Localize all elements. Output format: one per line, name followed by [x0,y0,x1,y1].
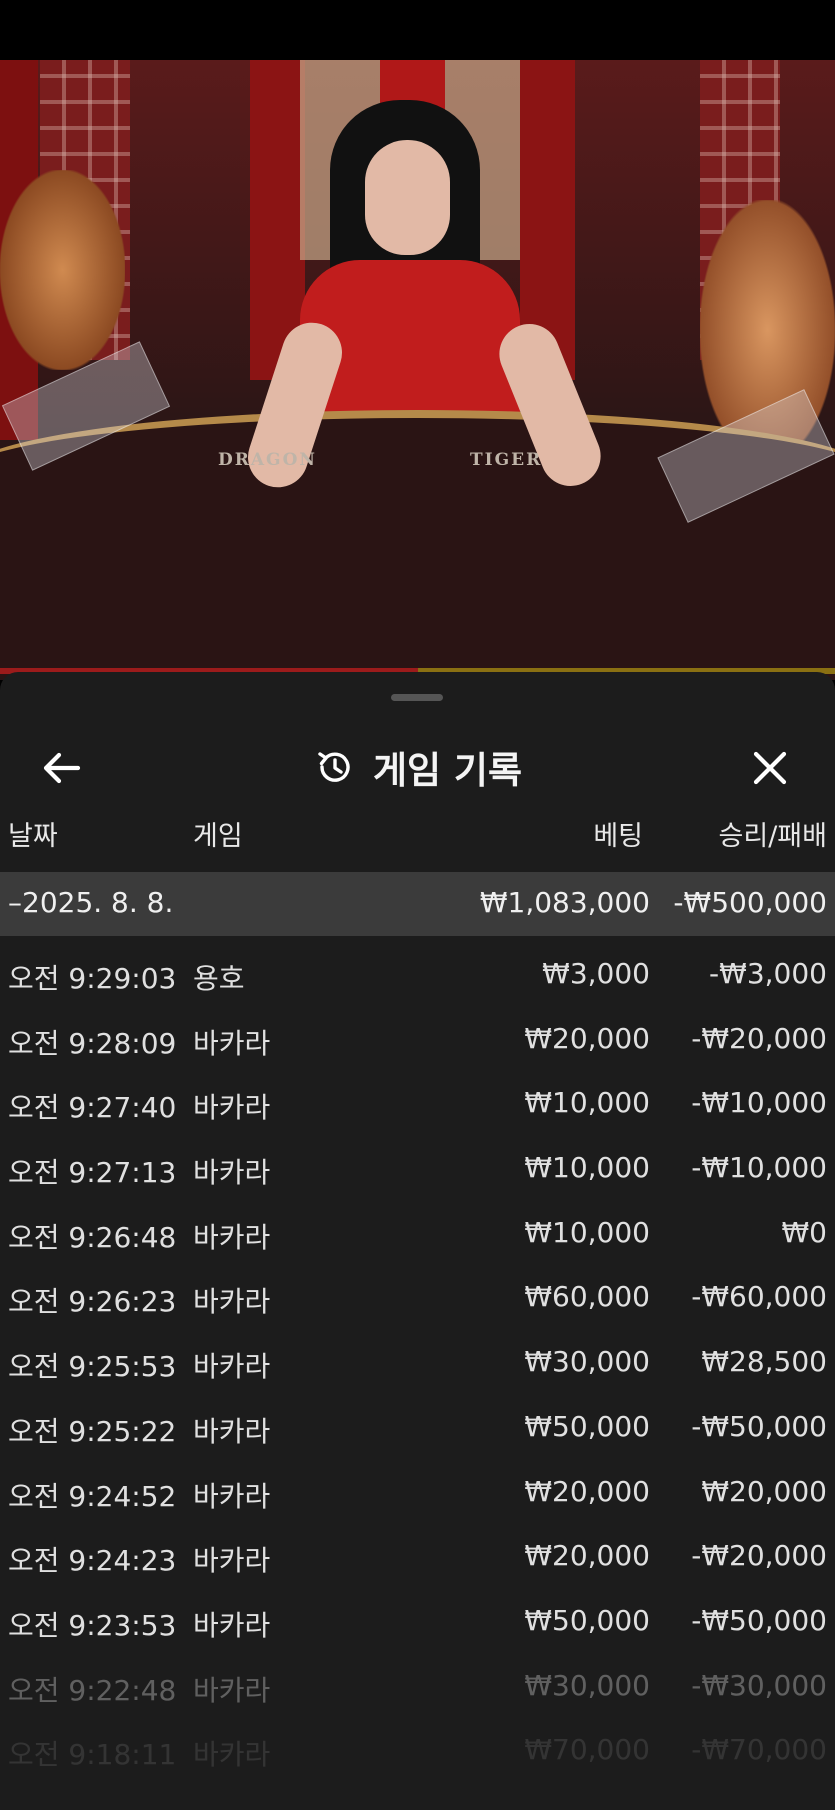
column-date: 날짜 [8,821,58,852]
row-game: 바카라 [193,1285,271,1319]
row-bet: ₩70,000 [524,1733,650,1767]
history-row[interactable]: 오전 9:29:03 용호 ₩3,000 -₩3,000 [0,941,835,1006]
history-row[interactable]: 오전 9:25:53 바카라 ₩30,000 ₩28,500 [0,1329,835,1394]
row-time: 오전 9:23:53 [8,1608,177,1642]
row-game: 바카라 [193,1156,271,1190]
history-row[interactable]: 오전 9:22:48 바카라 ₩30,000 -₩30,000 [0,1653,835,1718]
dealer-face [365,140,450,255]
row-time: 오전 9:25:53 [8,1350,177,1384]
status-bar [0,0,835,60]
row-time: 오전 9:27:13 [8,1156,177,1190]
history-row[interactable]: 오전 9:18:11 바카라 ₩70,000 -₩70,000 [0,1717,835,1782]
table-label-dragon: DRAGON [218,450,317,470]
row-bet: ₩20,000 [524,1539,650,1573]
row-bet: ₩30,000 [524,1668,650,1702]
group-bet-total: ₩1,083,000 [479,886,650,919]
row-bet: ₩30,000 [524,1345,650,1379]
row-bet: ₩10,000 [524,1086,650,1120]
row-game: 바카라 [193,1544,271,1578]
row-game: 바카라 [193,1350,271,1384]
row-game: 바카라 [193,1026,271,1060]
history-list: 오전 9:29:03 용호 ₩3,000 -₩3,000 오전 9:28:09 … [0,941,835,1782]
row-bet: ₩20,000 [524,1021,650,1055]
row-result: -₩20,000 [691,1539,827,1573]
row-result: -₩70,000 [691,1733,827,1767]
history-row[interactable]: 오전 9:23:53 바카라 ₩50,000 -₩50,000 [0,1588,835,1653]
row-game: 바카라 [193,1414,271,1448]
history-row[interactable]: 오전 9:24:23 바카라 ₩20,000 -₩20,000 [0,1523,835,1588]
row-result: ₩28,500 [701,1345,827,1379]
row-time: 오전 9:24:52 [8,1479,177,1513]
row-result: ₩20,000 [701,1474,827,1508]
row-time: 오전 9:22:48 [8,1673,177,1707]
sheet-header: 게임 기록 [0,712,835,812]
column-header-row: 날짜 게임 베팅 승리/패배 [0,800,835,862]
history-row[interactable]: 오전 9:28:09 바카라 ₩20,000 -₩20,000 [0,1006,835,1071]
column-result: 승리/패배 [718,821,827,852]
row-result: ₩0 [781,1215,828,1249]
row-result: -₩3,000 [709,957,827,990]
title-group: 게임 기록 [0,740,835,794]
live-video-stream[interactable]: DRAGON TIGER [0,60,835,680]
row-bet: ₩50,000 [524,1603,650,1637]
row-bet: ₩3,000 [542,957,650,990]
row-game: 바카라 [193,1738,271,1772]
row-result: -₩50,000 [691,1603,827,1637]
date-group-row[interactable]: –2025. 8. 8. ₩1,083,000 -₩500,000 [0,872,835,936]
history-icon [318,752,350,782]
history-row[interactable]: 오전 9:24:52 바카라 ₩20,000 ₩20,000 [0,1459,835,1524]
row-time: 오전 9:26:48 [8,1220,177,1254]
column-bet: 베팅 [593,821,643,852]
row-game: 바카라 [193,1220,271,1254]
row-time: 오전 9:18:11 [8,1738,177,1772]
row-game: 바카라 [193,1479,271,1513]
dragon-statue [0,170,125,370]
row-bet: ₩20,000 [524,1474,650,1508]
history-sheet: 게임 기록 날짜 게임 베팅 승리/패배 –2025. 8. 8. ₩1,083… [0,672,835,1810]
row-result: -₩30,000 [691,1668,827,1702]
history-row[interactable]: 오전 9:27:40 바카라 ₩10,000 -₩10,000 [0,1070,835,1135]
history-row[interactable]: 오전 9:25:22 바카라 ₩50,000 -₩50,000 [0,1394,835,1459]
row-game: 바카라 [193,1673,271,1707]
row-time: 오전 9:27:40 [8,1091,177,1125]
row-time: 오전 9:29:03 [8,962,177,995]
row-time: 오전 9:26:23 [8,1285,177,1319]
history-row[interactable]: 오전 9:26:48 바카라 ₩10,000 ₩0 [0,1200,835,1265]
row-time: 오전 9:24:23 [8,1544,177,1578]
close-icon [753,751,787,785]
row-time: 오전 9:25:22 [8,1414,177,1448]
row-bet: ₩50,000 [524,1409,650,1443]
row-result: -₩60,000 [691,1280,827,1314]
drag-handle[interactable] [391,694,443,701]
row-bet: ₩10,000 [524,1215,650,1249]
row-time: 오전 9:28:09 [8,1026,177,1060]
row-result: -₩20,000 [691,1021,827,1055]
close-button[interactable] [740,738,800,798]
group-result-total: -₩500,000 [673,886,827,919]
history-row[interactable]: 오전 9:26:23 바카라 ₩60,000 -₩60,000 [0,1264,835,1329]
row-bet: ₩60,000 [524,1280,650,1314]
row-game: 용호 [193,962,245,995]
page-title: 게임 기록 [372,749,523,792]
row-game: 바카라 [193,1091,271,1125]
row-result: -₩10,000 [691,1086,827,1120]
column-game: 게임 [193,821,243,852]
row-result: -₩50,000 [691,1409,827,1443]
history-row[interactable]: 오전 9:27:13 바카라 ₩10,000 -₩10,000 [0,1135,835,1200]
row-bet: ₩10,000 [524,1151,650,1185]
row-result: -₩10,000 [691,1151,827,1185]
row-game: 바카라 [193,1608,271,1642]
table-label-tiger: TIGER [470,450,543,470]
group-date: –2025. 8. 8. [8,886,174,919]
